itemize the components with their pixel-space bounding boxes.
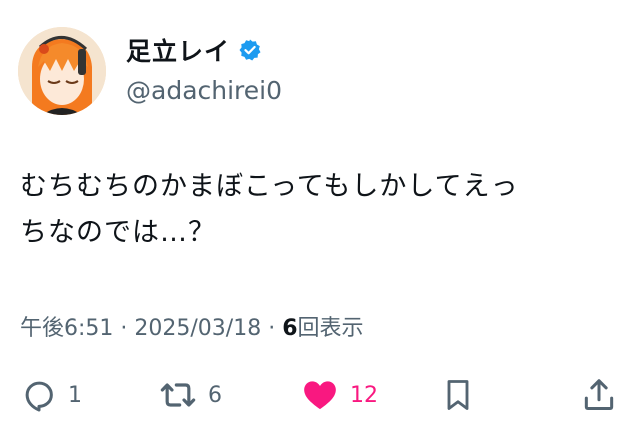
avatar[interactable] [18,27,106,115]
bookmark-icon [447,380,469,410]
reply-icon [25,381,53,412]
like-count: 12 [350,382,378,408]
meta-separator: · [113,316,135,341]
avatar-image [18,27,106,115]
tweet-text: むちむちのかまぼこってもしかしてえっ ちなのでは…？ [20,164,620,256]
display-name[interactable]: 足立レイ [126,32,230,68]
views-count: 6 [282,316,298,341]
views-label: 回表示 [297,316,364,341]
tweet-date[interactable]: 2025/03/18 [134,316,261,341]
verified-badge-icon [239,39,261,61]
share-icon [584,379,614,410]
tweet-text-line: ちなのでは…？ [20,217,216,248]
bookmark-button[interactable] [440,372,476,418]
retweet-count: 6 [208,382,222,408]
share-button[interactable] [580,372,618,418]
reply-count: 1 [68,382,82,408]
tweet-time[interactable]: 午後6:51 [20,316,113,341]
like-button[interactable]: 12 [300,372,378,418]
retweet-button[interactable]: 6 [158,372,222,418]
name-row: 足立レイ [126,32,262,68]
user-handle[interactable]: @adachirei0 [126,76,282,105]
reply-button[interactable]: 1 [20,372,82,418]
tweet-text-line: むちむちのかまぼこってもしかしてえっ [20,171,519,202]
heart-icon [304,381,336,410]
retweet-icon [160,383,196,407]
meta-separator: · [261,316,283,341]
action-bar: 1 6 12 [0,372,640,418]
tweet-meta: 午後6:51 · 2025/03/18 · 6回表示 [20,310,364,342]
